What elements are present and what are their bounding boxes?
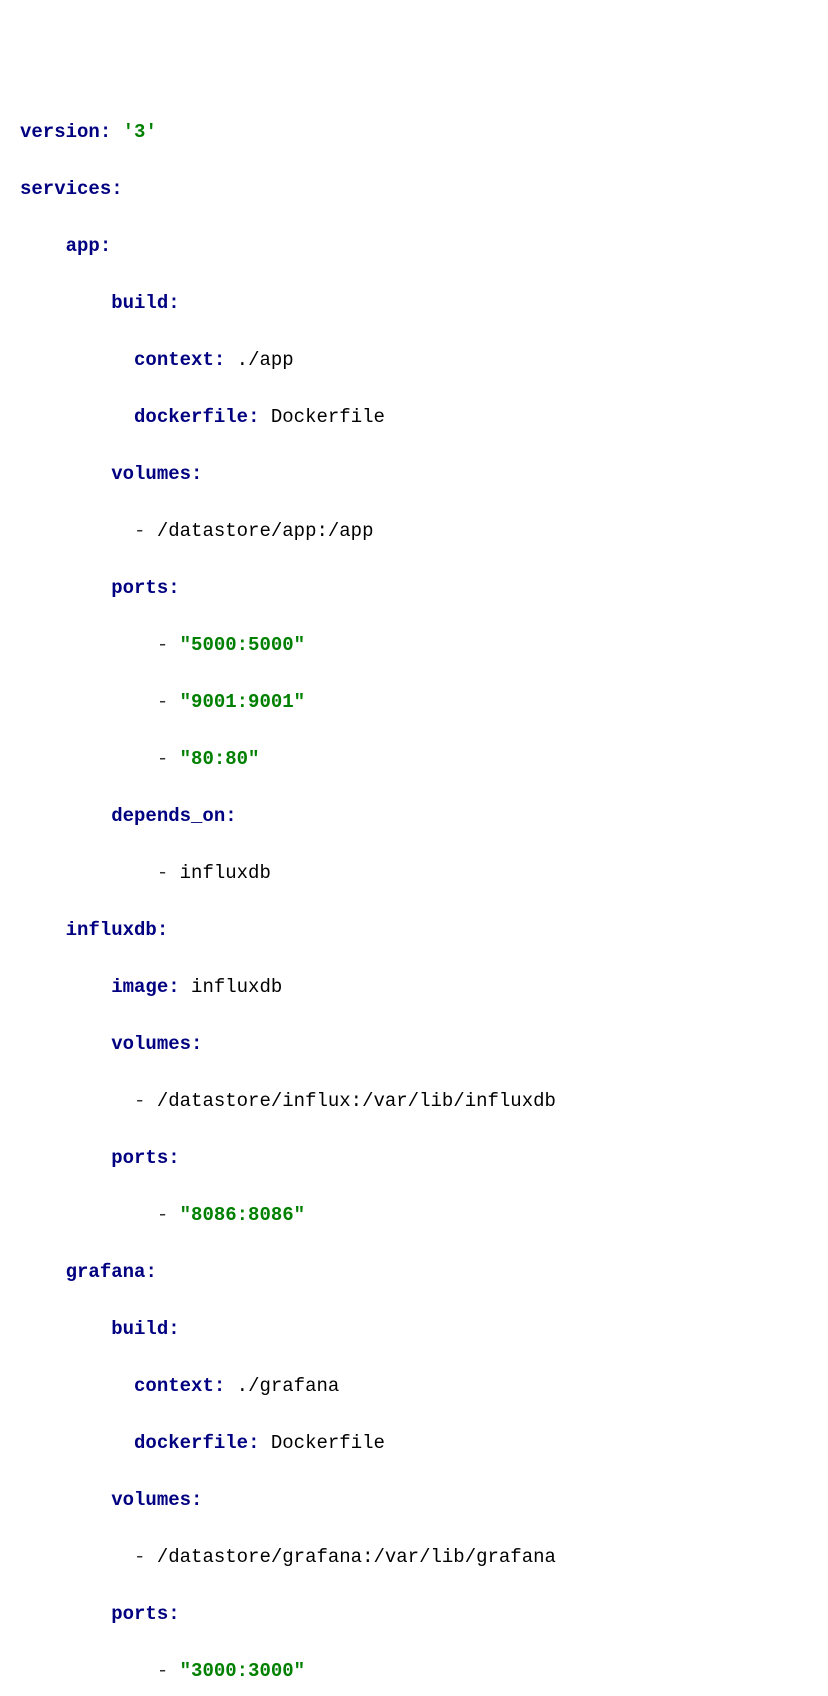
key-build: build <box>111 292 168 314</box>
key-app: app <box>66 235 100 257</box>
key-services: services <box>20 178 111 200</box>
key-volumes: volumes <box>111 1489 191 1511</box>
yaml-line: volumes: <box>20 1030 828 1059</box>
yaml-line: version: '3' <box>20 118 828 147</box>
key-dockerfile: dockerfile <box>134 406 248 428</box>
yaml-line: - "9001:9001" <box>20 688 828 717</box>
yaml-line: - "3000:3000" <box>20 1657 828 1686</box>
val-depends: influxdb <box>180 862 271 884</box>
key-dockerfile: dockerfile <box>134 1432 248 1454</box>
yaml-line: - "80:80" <box>20 745 828 774</box>
key-build: build <box>111 1318 168 1340</box>
key-context: context <box>134 1375 214 1397</box>
yaml-line: - /datastore/app:/app <box>20 517 828 546</box>
val-volume: /datastore/app:/app <box>157 520 374 542</box>
yaml-line: build: <box>20 1315 828 1344</box>
yaml-line: volumes: <box>20 1486 828 1515</box>
key-volumes: volumes <box>111 1033 191 1055</box>
key-influxdb: influxdb <box>66 919 157 941</box>
yaml-line: - "5000:5000" <box>20 631 828 660</box>
key-version: version <box>20 121 100 143</box>
val-context: ./app <box>237 349 294 371</box>
yaml-line: - influxdb <box>20 859 828 888</box>
yaml-line: ports: <box>20 1144 828 1173</box>
val-port: "8086:8086" <box>180 1204 305 1226</box>
yaml-line: depends_on: <box>20 802 828 831</box>
key-depends-on: depends_on <box>111 805 225 827</box>
yaml-line: volumes: <box>20 460 828 489</box>
key-ports: ports <box>111 577 168 599</box>
val-volume: /datastore/grafana:/var/lib/grafana <box>157 1546 556 1568</box>
yaml-line: build: <box>20 289 828 318</box>
val-image: influxdb <box>191 976 282 998</box>
yaml-line: context: ./grafana <box>20 1372 828 1401</box>
val-dockerfile: Dockerfile <box>271 406 385 428</box>
yaml-line: ports: <box>20 1600 828 1629</box>
val-port: "9001:9001" <box>180 691 305 713</box>
val-context: ./grafana <box>237 1375 340 1397</box>
val-port: "5000:5000" <box>180 634 305 656</box>
val-port: "3000:3000" <box>180 1660 305 1682</box>
key-grafana: grafana <box>66 1261 146 1283</box>
yaml-line: app: <box>20 232 828 261</box>
key-context: context <box>134 349 214 371</box>
val-volume: /datastore/influx:/var/lib/influxdb <box>157 1090 556 1112</box>
yaml-line: influxdb: <box>20 916 828 945</box>
yaml-line: ports: <box>20 574 828 603</box>
yaml-line: dockerfile: Dockerfile <box>20 403 828 432</box>
key-volumes: volumes <box>111 463 191 485</box>
yaml-line: - /datastore/grafana:/var/lib/grafana <box>20 1543 828 1572</box>
val-version: '3' <box>123 121 157 143</box>
val-dockerfile: Dockerfile <box>271 1432 385 1454</box>
key-image: image <box>111 976 168 998</box>
yaml-line: image: influxdb <box>20 973 828 1002</box>
yaml-line: dockerfile: Dockerfile <box>20 1429 828 1458</box>
yaml-line: context: ./app <box>20 346 828 375</box>
val-port: "80:80" <box>180 748 260 770</box>
yaml-line: grafana: <box>20 1258 828 1287</box>
key-ports: ports <box>111 1147 168 1169</box>
yaml-line: - "8086:8086" <box>20 1201 828 1230</box>
yaml-line: services: <box>20 175 828 204</box>
yaml-line: - /datastore/influx:/var/lib/influxdb <box>20 1087 828 1116</box>
key-ports: ports <box>111 1603 168 1625</box>
